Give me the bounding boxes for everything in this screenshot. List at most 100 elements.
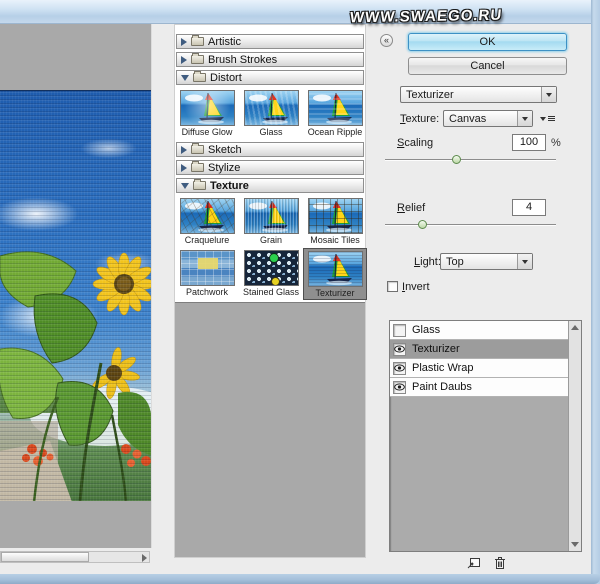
visibility-toggle[interactable] [393, 380, 406, 394]
collapse-filter-list-button[interactable]: « [380, 34, 393, 47]
folder-icon [191, 35, 204, 46]
filter-thumb-diffuse-glow[interactable]: Diffuse Glow [175, 88, 239, 140]
scroll-up-icon[interactable] [571, 325, 579, 330]
category-artistic[interactable]: Artistic [176, 34, 364, 49]
filter-thumb-craquelure[interactable]: Craquelure [175, 196, 239, 248]
scaling-label: Scaling [397, 137, 434, 149]
windsurfer-art [312, 200, 352, 233]
ocean-ripple-preview [307, 90, 363, 126]
category-label: Artistic [208, 35, 241, 48]
windsurfer-art [248, 200, 288, 233]
filter-thumb-texturizer[interactable]: Texturizer [303, 248, 367, 300]
thumb-label: Mosaic Tiles [310, 235, 360, 245]
trash-icon [494, 556, 505, 569]
grain-preview [243, 198, 299, 234]
effect-layer-row-plastic-wrap[interactable]: Plastic Wrap [390, 359, 569, 378]
texture-thumbnails: Craquelure Grain Mosaic Tiles Patchwork … [175, 196, 367, 300]
effect-layer-name: Texturizer [412, 343, 460, 355]
craquelure-preview [179, 198, 235, 234]
category-label: Brush Strokes [208, 53, 278, 66]
thumb-label: Diffuse Glow [181, 127, 233, 137]
mosaic-tiles-preview [307, 198, 363, 234]
window-frame-right [591, 0, 600, 584]
layers-scrollbar[interactable] [568, 321, 581, 551]
folder-icon [193, 71, 206, 82]
ok-button[interactable]: OK [408, 33, 567, 51]
texture-dropdown[interactable]: Canvas [443, 110, 533, 127]
filter-thumb-stained-glass[interactable]: Stained Glass [239, 248, 303, 300]
filter-thumb-patchwork[interactable]: Patchwork [175, 248, 239, 300]
filter-thumb-grain[interactable]: Grain [239, 196, 303, 248]
filter-select-value: Texturizer [406, 88, 454, 101]
scaling-unit: % [551, 137, 561, 149]
layers-footer [466, 555, 507, 570]
chevron-down-icon [517, 254, 532, 269]
category-stylize[interactable]: Stylize [176, 160, 364, 175]
eye-icon [394, 383, 405, 391]
chevron-down-icon [181, 74, 189, 81]
texturizer-preview [307, 251, 363, 287]
category-brush-strokes[interactable]: Brush Strokes [176, 52, 364, 67]
slider-thumb[interactable] [418, 220, 427, 229]
cancel-button[interactable]: Cancel [408, 57, 567, 75]
filter-list-empty-area [175, 302, 365, 557]
category-label: Sketch [208, 143, 242, 156]
invert-label: Invert [402, 281, 430, 293]
filter-thumb-mosaic-tiles[interactable]: Mosaic Tiles [303, 196, 367, 248]
dialog-titlebar[interactable] [0, 0, 600, 24]
diffuse-glow-preview [179, 90, 235, 126]
category-distort[interactable]: Distort [176, 70, 364, 85]
category-label: Stylize [208, 161, 241, 174]
glass-preview [243, 90, 299, 126]
filter-select-dropdown[interactable]: Texturizer [400, 86, 557, 103]
relief-value-field[interactable]: 4 [512, 199, 546, 216]
new-layer-icon [467, 558, 480, 569]
visibility-toggle[interactable] [393, 342, 406, 356]
visibility-toggle[interactable] [393, 361, 406, 375]
scrollbar-thumb[interactable] [1, 552, 89, 562]
folder-icon [191, 53, 204, 64]
light-dropdown[interactable]: Top [440, 253, 533, 270]
relief-label: Relief [397, 202, 426, 214]
patchwork-preview [179, 250, 235, 286]
chevron-down-icon [541, 87, 556, 102]
light-label: Light: [414, 256, 441, 268]
preview-horizontal-scrollbar[interactable] [0, 551, 150, 563]
filter-thumb-glass[interactable]: Glass [239, 88, 303, 140]
slider-track[interactable] [385, 224, 556, 225]
thumb-label: Grain [259, 235, 282, 245]
delete-effect-layer-button[interactable] [492, 555, 507, 570]
preview-image[interactable] [0, 90, 151, 501]
scaling-value-field[interactable]: 100 [512, 134, 546, 151]
chevron-right-icon [181, 37, 187, 46]
new-effect-layer-button[interactable] [466, 555, 481, 570]
windsurfer-art [184, 92, 224, 125]
category-texture[interactable]: Texture [176, 178, 364, 193]
folder-icon [191, 143, 204, 154]
scroll-right-icon[interactable] [142, 554, 147, 562]
visibility-toggle[interactable] [393, 323, 406, 337]
distort-thumbnails: Diffuse Glow Glass Ocean Ripple [175, 88, 365, 140]
settings-panel: « OK Cancel Texturizer Texture: Canvas S… [378, 24, 591, 574]
filter-thumb-ocean-ripple[interactable]: Ocean Ripple [303, 88, 367, 140]
windsurfer-art [184, 200, 224, 233]
slider-thumb[interactable] [452, 155, 461, 164]
thumb-label: Glass [259, 127, 283, 137]
menu-lines-icon [547, 118, 555, 119]
invert-checkbox[interactable] [387, 281, 398, 292]
effect-layer-row-paint-daubs[interactable]: Paint Daubs [390, 378, 569, 397]
scroll-down-icon[interactable] [571, 542, 579, 547]
effect-layer-name: Paint Daubs [412, 381, 472, 393]
scaling-slider[interactable] [385, 155, 556, 164]
effect-layer-row-glass[interactable]: Glass [390, 321, 569, 340]
relief-slider[interactable] [385, 220, 556, 229]
thumb-label: Ocean Ripple [307, 127, 363, 137]
effect-layer-row-texturizer[interactable]: Texturizer [390, 340, 569, 359]
slider-track[interactable] [385, 159, 556, 160]
texture-value: Canvas [449, 112, 487, 125]
windsurfer-art [312, 253, 352, 286]
sunflower-scene [0, 251, 151, 501]
category-sketch[interactable]: Sketch [176, 142, 364, 157]
texture-options-flyout-button[interactable] [538, 112, 556, 125]
preview-pane [0, 24, 152, 548]
